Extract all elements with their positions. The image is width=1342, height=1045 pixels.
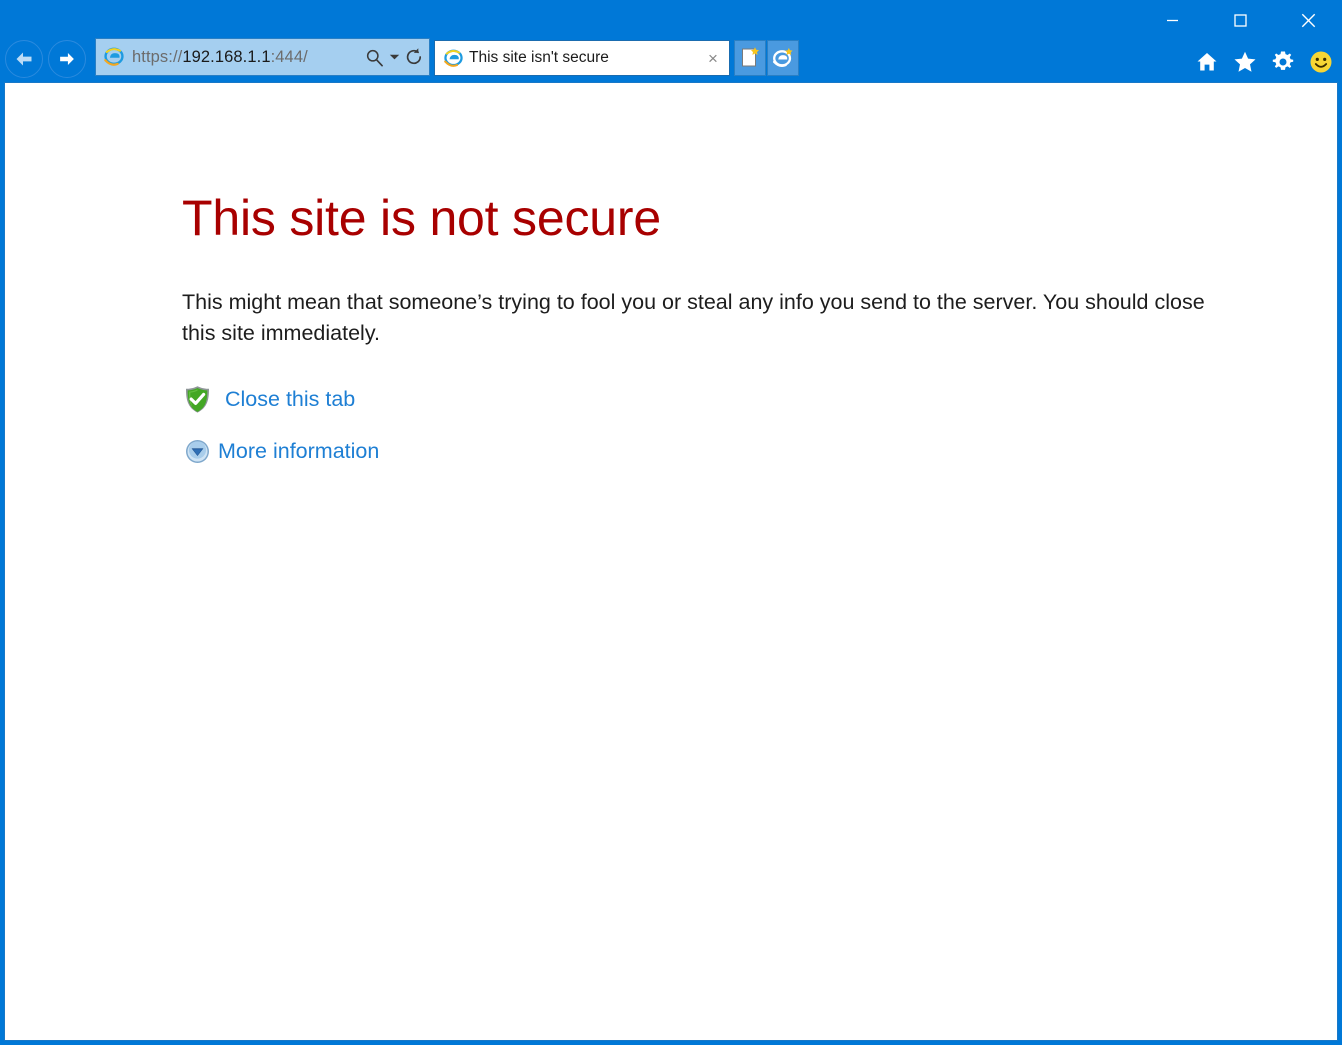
page-description: This might mean that someone’s trying to…: [182, 290, 1205, 345]
maximize-button[interactable]: [1206, 0, 1274, 40]
internet-explorer-icon: [442, 47, 464, 69]
command-bar: [1194, 40, 1334, 84]
close-button[interactable]: [1274, 0, 1342, 40]
green-shield-check-icon: [182, 384, 212, 414]
refresh-icon[interactable]: [403, 44, 425, 70]
forward-button[interactable]: [48, 40, 86, 78]
internet-explorer-icon: [102, 45, 126, 69]
new-inprivate-tab-button[interactable]: [767, 40, 799, 76]
chevron-down-icon[interactable]: [387, 44, 401, 70]
tab-close-icon[interactable]: ×: [701, 45, 725, 71]
browser-tab[interactable]: This site isn't secure ×: [434, 40, 730, 76]
feedback-icon[interactable]: [1308, 49, 1334, 75]
more-information-label: More information: [218, 438, 380, 463]
url-host: 192.168.1.1: [182, 47, 271, 66]
navigation-buttons: [0, 38, 86, 80]
error-page: This site is not secure This might mean …: [5, 83, 1337, 470]
search-icon[interactable]: [363, 44, 385, 70]
minimize-button[interactable]: [1138, 0, 1206, 40]
settings-icon[interactable]: [1270, 49, 1296, 75]
back-button[interactable]: [5, 40, 43, 78]
tab-title: This site isn't secure: [469, 49, 609, 66]
url-suffix: :444/: [270, 47, 308, 66]
address-bar-tools: [363, 44, 425, 70]
close-this-tab-label: Close this tab: [225, 386, 356, 411]
window-controls: [1138, 0, 1342, 40]
page-title: This site is not secure: [182, 190, 661, 246]
browser-window: https://192.168.1.1:444/ This site isn't…: [0, 0, 1342, 1045]
page-actions: Close this tab More information: [182, 380, 1337, 470]
more-information-link[interactable]: More information: [182, 432, 1337, 470]
new-tab-button[interactable]: [734, 40, 766, 76]
address-bar[interactable]: https://192.168.1.1:444/: [95, 38, 430, 76]
address-bar-url: https://192.168.1.1:444/: [132, 48, 363, 67]
close-this-tab-link[interactable]: Close this tab: [182, 380, 1337, 418]
chevron-down-circle-icon: [182, 436, 212, 466]
url-scheme: https://: [132, 47, 183, 66]
page-content-area: This site is not secure This might mean …: [4, 82, 1338, 1041]
favorites-icon[interactable]: [1232, 49, 1258, 75]
home-icon[interactable]: [1194, 49, 1220, 75]
